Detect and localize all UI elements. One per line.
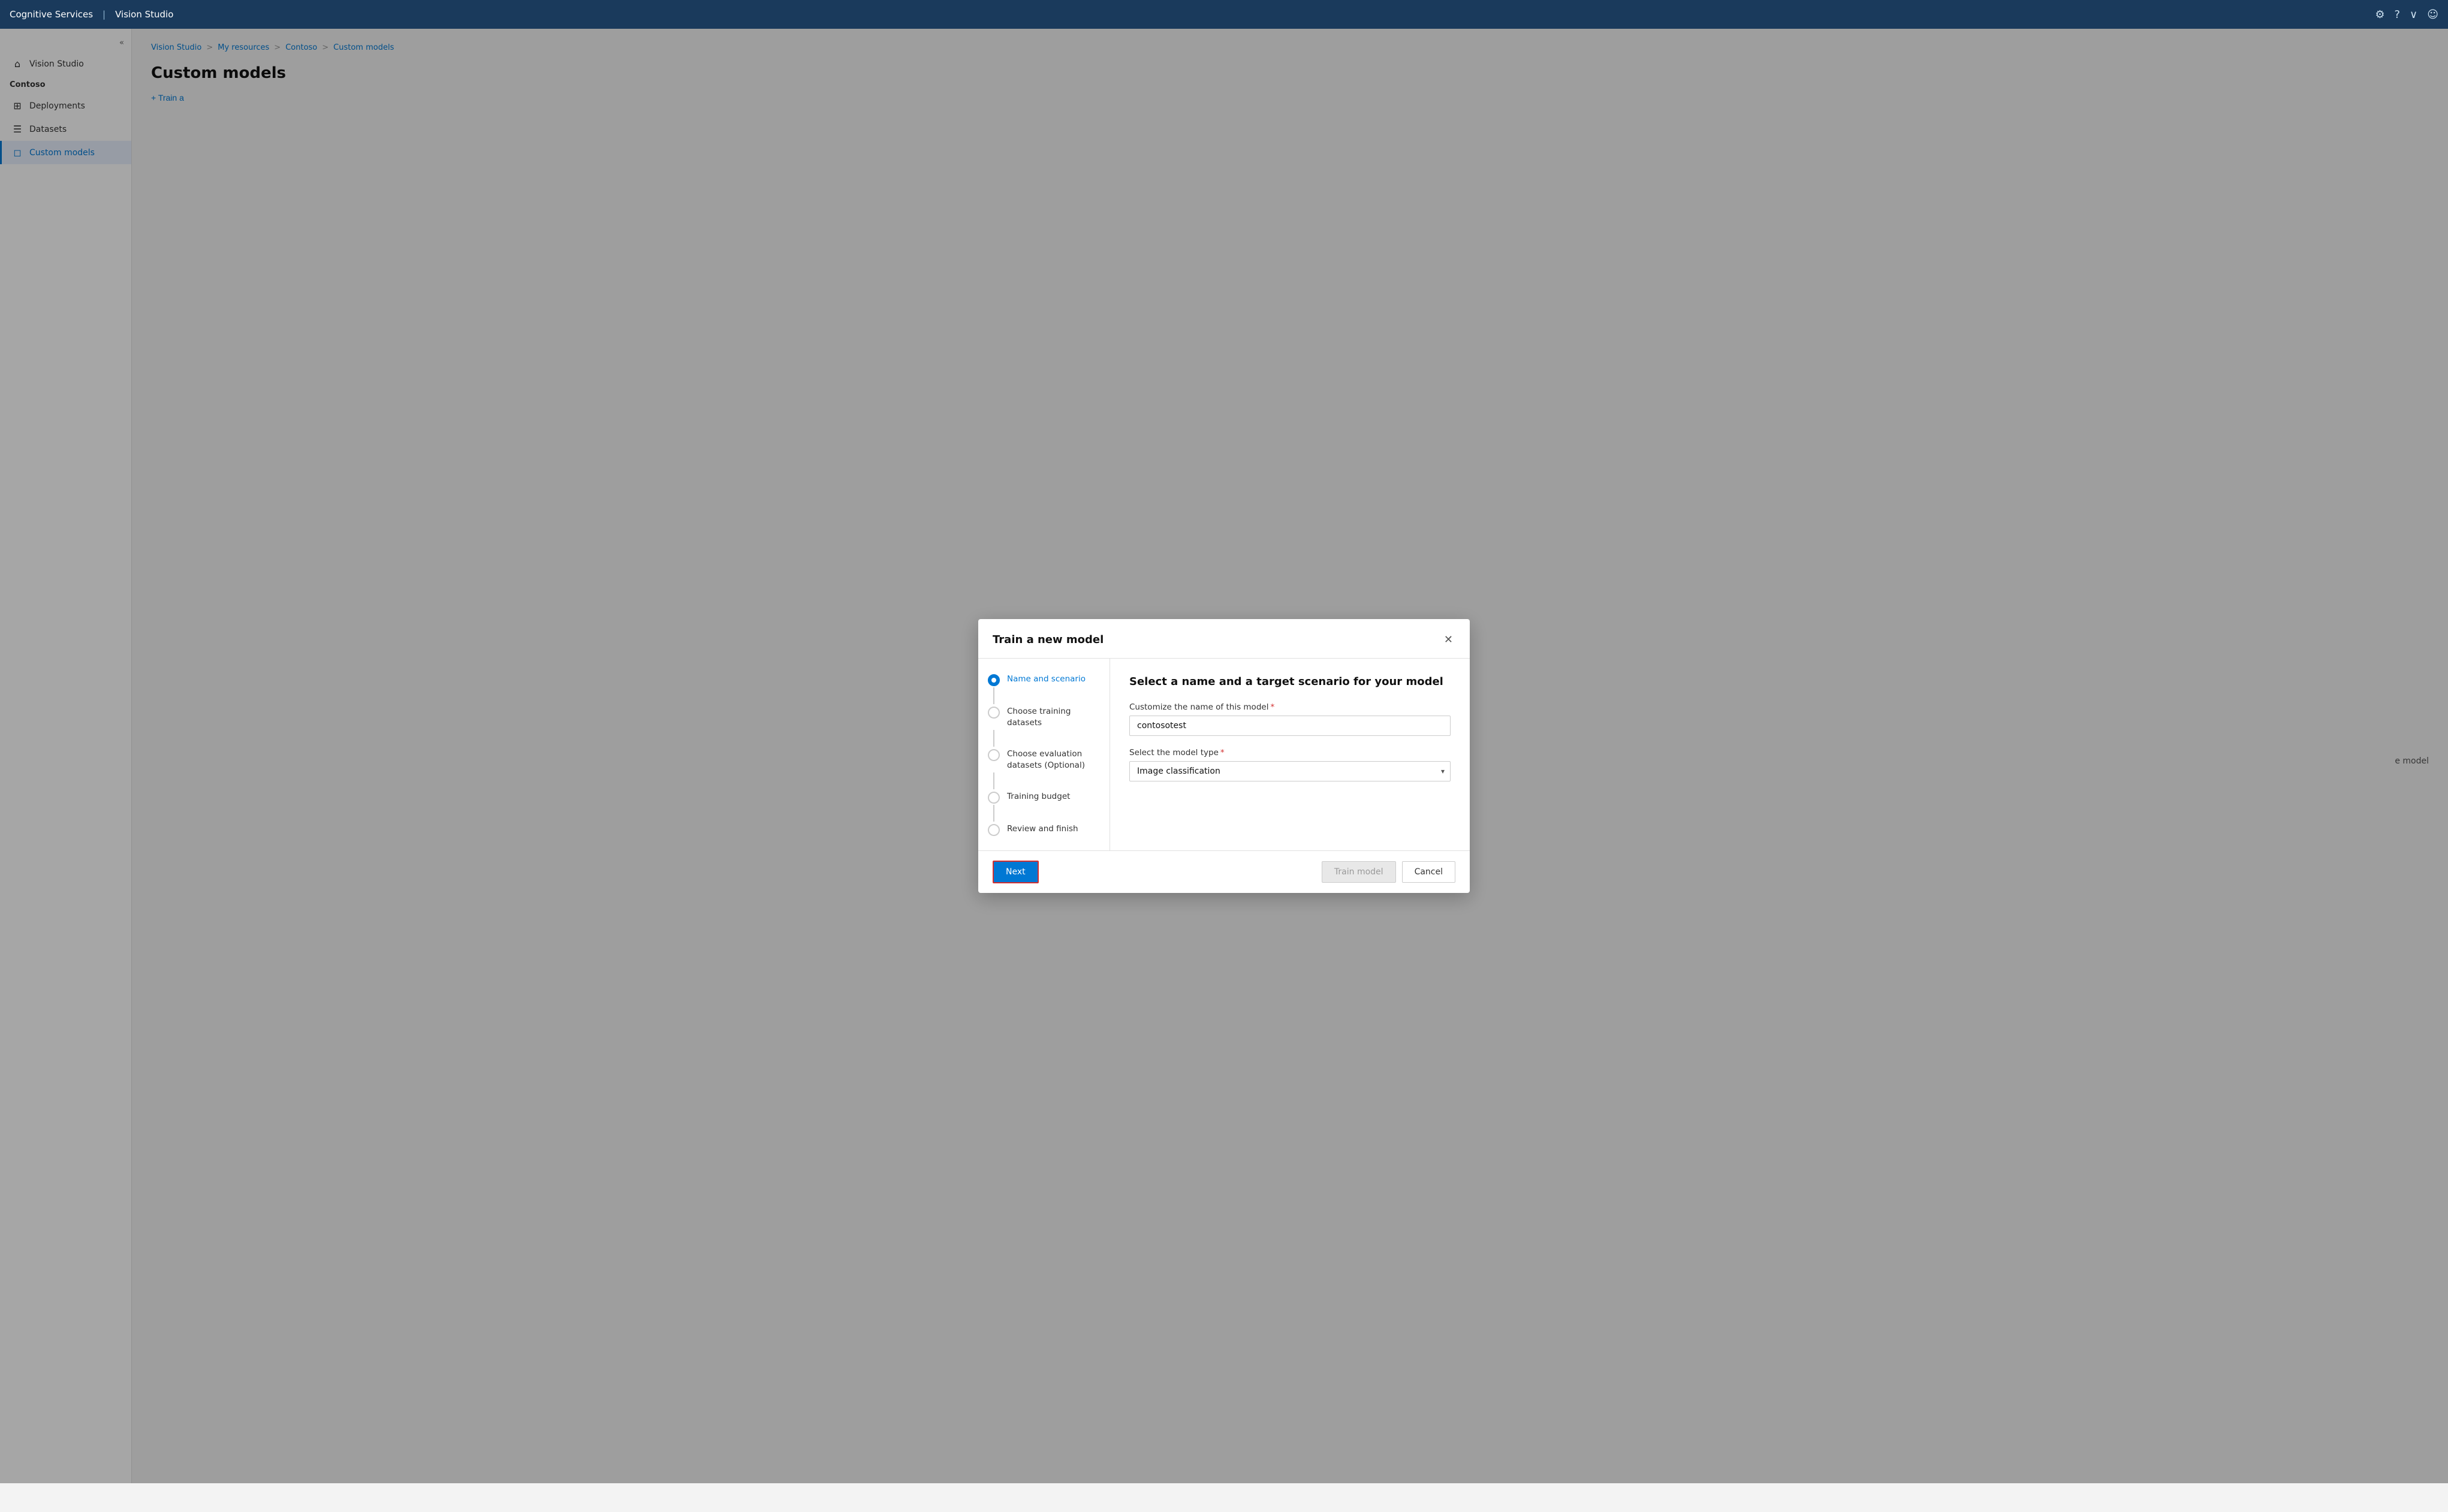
step-1-label: Name and scenario: [1007, 673, 1086, 685]
next-button[interactable]: Next: [993, 861, 1039, 883]
model-name-group: Customize the name of this model*: [1129, 702, 1451, 736]
model-type-select[interactable]: Image classification Object detection Pr…: [1129, 761, 1451, 781]
train-model-button[interactable]: Train model: [1322, 861, 1396, 883]
step-1-circle: [988, 674, 1000, 686]
footer-right: Train model Cancel: [1322, 861, 1455, 883]
help-icon[interactable]: ?: [2394, 8, 2400, 21]
type-required-star: *: [1220, 748, 1225, 757]
product-name: Vision Studio: [115, 9, 173, 20]
model-name-label: Customize the name of this model*: [1129, 702, 1451, 712]
nav-separator: |: [102, 9, 105, 20]
step-4-label: Training budget: [1007, 790, 1070, 802]
model-type-group: Select the model type* Image classificat…: [1129, 748, 1451, 781]
model-type-select-wrapper: Image classification Object detection Pr…: [1129, 761, 1451, 781]
user-icon[interactable]: ☺: [2427, 8, 2438, 21]
step-name-scenario: Name and scenario: [988, 673, 1100, 686]
step-2-label: Choose training datasets: [1007, 705, 1100, 729]
modal-content-title: Select a name and a target scenario for …: [1129, 675, 1451, 688]
chevron-down-icon[interactable]: ∨: [2410, 8, 2417, 21]
step-connector-1: [993, 687, 994, 704]
step-training-budget: Training budget: [988, 790, 1100, 804]
step-2-circle: [988, 707, 1000, 719]
modal-body: Name and scenario Choose training datase…: [978, 659, 1470, 850]
footer-left: Next: [993, 861, 1039, 883]
modal-content-panel: Select a name and a target scenario for …: [1110, 659, 1470, 850]
step-evaluation-datasets: Choose evaluation datasets (Optional): [988, 748, 1100, 771]
step-review-finish: Review and finish: [988, 823, 1100, 836]
modal-steps-panel: Name and scenario Choose training datase…: [978, 659, 1110, 850]
modal-header: Train a new model ✕: [978, 619, 1470, 659]
step-training-datasets: Choose training datasets: [988, 705, 1100, 729]
modal-title: Train a new model: [993, 633, 1104, 646]
step-connector-2: [993, 730, 994, 747]
name-required-star: *: [1270, 702, 1274, 712]
step-3-label: Choose evaluation datasets (Optional): [1007, 748, 1100, 771]
app-name: Cognitive Services: [10, 9, 93, 20]
modal-footer: Next Train model Cancel: [978, 850, 1470, 893]
step-5-label: Review and finish: [1007, 823, 1078, 835]
settings-icon[interactable]: ⚙: [2375, 8, 2384, 21]
modal-overlay: Train a new model ✕ Name and scenario Ch…: [0, 29, 2448, 1483]
cancel-button[interactable]: Cancel: [1402, 861, 1455, 883]
step-5-circle: [988, 824, 1000, 836]
step-4-circle: [988, 792, 1000, 804]
step-connector-4: [993, 805, 994, 822]
modal-close-button[interactable]: ✕: [1442, 631, 1455, 648]
step-3-circle: [988, 749, 1000, 761]
top-navigation: Cognitive Services | Vision Studio ⚙ ? ∨…: [0, 0, 2448, 29]
step-connector-3: [993, 772, 994, 789]
train-model-modal: Train a new model ✕ Name and scenario Ch…: [978, 619, 1470, 893]
model-name-input[interactable]: [1129, 716, 1451, 736]
model-type-label: Select the model type*: [1129, 748, 1451, 757]
